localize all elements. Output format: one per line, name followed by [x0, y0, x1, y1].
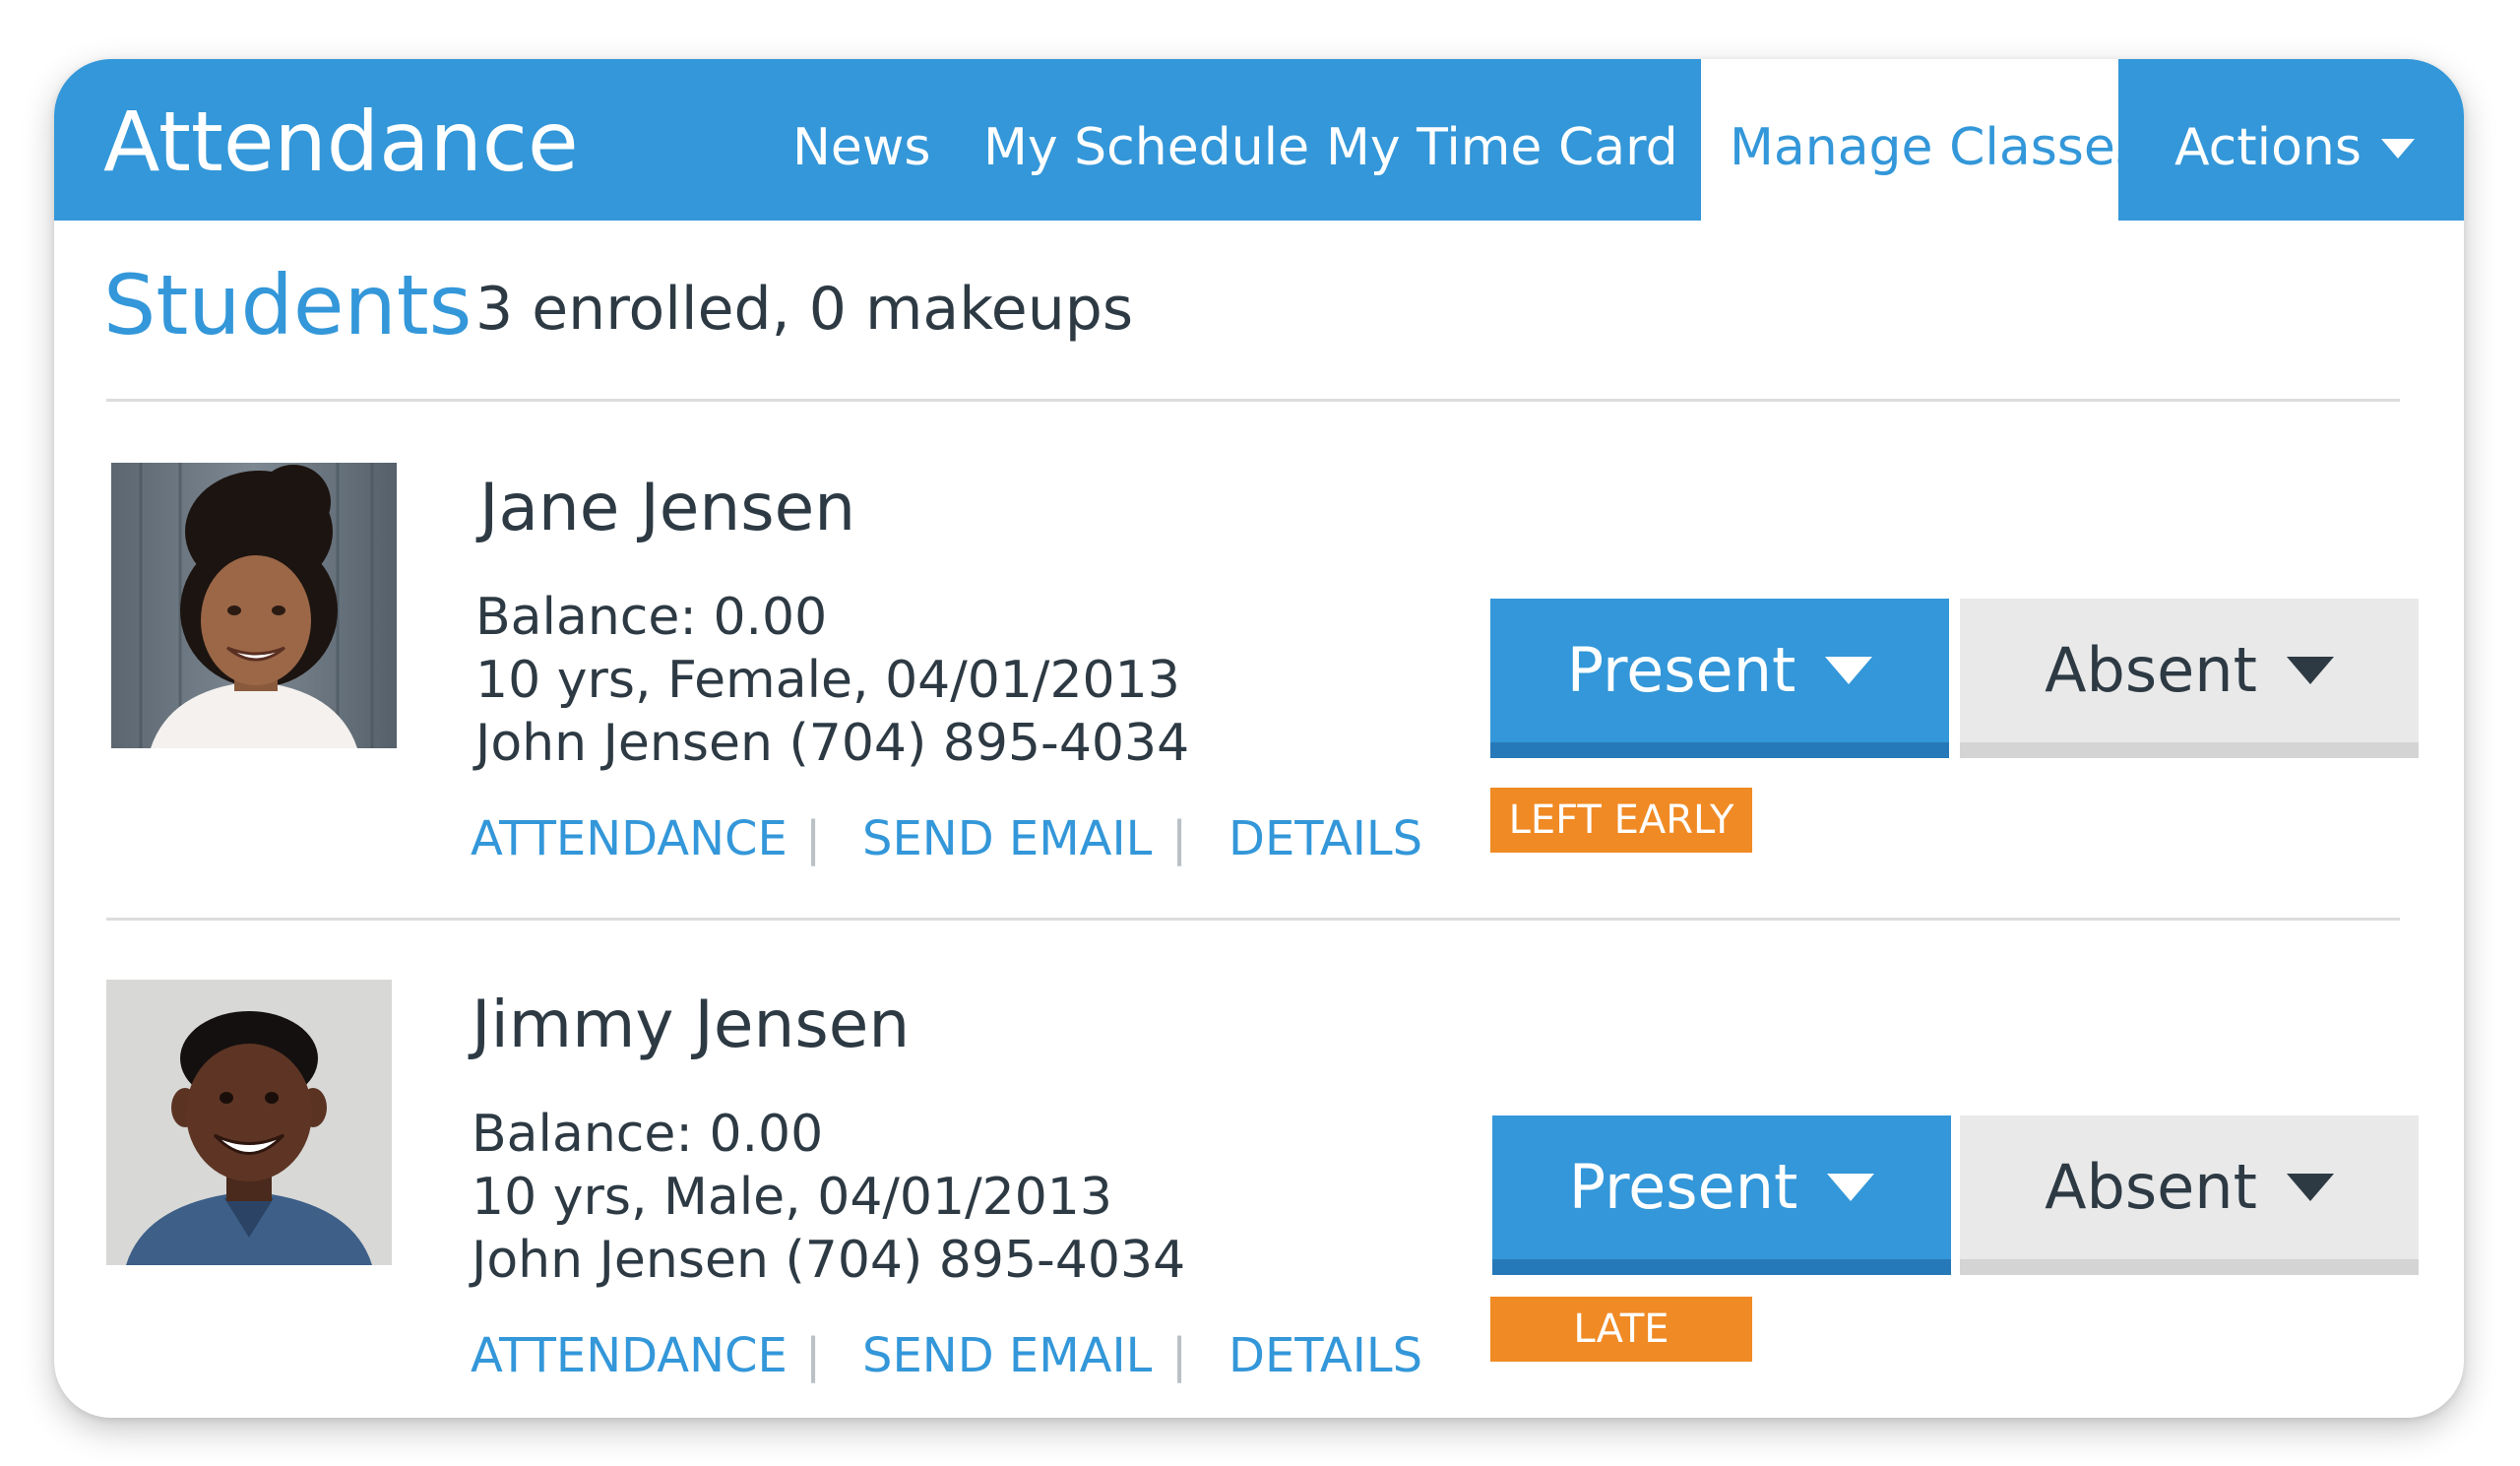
link-separator: | — [1171, 1328, 1188, 1383]
nav-my-time-card[interactable]: My Time Card — [1326, 116, 1678, 179]
link-separator: | — [1171, 811, 1188, 866]
student-balance: Balance: 0.00 — [475, 588, 828, 647]
student-avatar-boy-icon — [106, 980, 392, 1265]
chevron-down-icon — [2286, 1173, 2334, 1201]
present-label: Present — [1568, 1151, 1798, 1223]
absent-label: Absent — [2045, 1151, 2257, 1223]
details-link[interactable]: DETAILS — [1228, 807, 1422, 870]
chevron-down-icon — [1825, 656, 1873, 684]
student-avatar-girl-icon — [111, 463, 397, 748]
student-row: Jane Jensen Balance: 0.00 10 yrs, Female… — [54, 463, 2464, 955]
link-separator: | — [805, 811, 822, 866]
attendance-link[interactable]: ATTENDANCE — [471, 1324, 788, 1387]
absent-dropdown-button[interactable]: Absent — [1960, 599, 2419, 758]
student-balance: Balance: 0.00 — [472, 1105, 824, 1164]
student-demographics: 10 yrs, Female, 04/01/2013 — [475, 651, 1180, 710]
divider — [106, 918, 2400, 921]
student-photo — [111, 463, 397, 748]
app-title: Attendance — [103, 94, 579, 190]
absent-dropdown-button[interactable]: Absent — [1960, 1115, 2419, 1275]
chevron-down-icon — [1827, 1173, 1875, 1201]
absent-label: Absent — [2045, 634, 2257, 706]
send-email-link[interactable]: SEND EMAIL — [862, 1324, 1152, 1387]
status-badge: LATE — [1490, 1297, 1752, 1362]
attendance-card: Attendance News My Schedule My Time Card… — [54, 59, 2464, 1418]
student-contact: John Jensen (704) 895-4034 — [472, 1231, 1186, 1290]
student-name: Jane Jensen — [479, 470, 856, 545]
nav-my-schedule[interactable]: My Schedule — [983, 116, 1309, 179]
divider — [106, 399, 2400, 402]
nav-manage-classes[interactable]: Manage Classes — [1730, 116, 2142, 179]
chevron-down-icon — [2380, 139, 2415, 159]
present-label: Present — [1566, 634, 1796, 706]
student-row: Jimmy Jensen Balance: 0.00 10 yrs, Male,… — [54, 980, 2464, 1418]
student-contact: John Jensen (704) 895-4034 — [475, 714, 1190, 773]
send-email-link[interactable]: SEND EMAIL — [862, 807, 1152, 870]
present-dropdown-button[interactable]: Present — [1490, 599, 1949, 758]
enrollment-summary: 3 enrolled, 0 makeups — [475, 275, 1134, 344]
student-photo — [106, 980, 392, 1265]
section-title: Students — [103, 257, 472, 353]
chevron-down-icon — [2286, 656, 2334, 684]
top-nav-bar: Attendance News My Schedule My Time Card… — [54, 59, 2464, 221]
details-link[interactable]: DETAILS — [1228, 1324, 1422, 1387]
student-name: Jimmy Jensen — [472, 987, 911, 1062]
attendance-link[interactable]: ATTENDANCE — [471, 807, 788, 870]
link-separator: | — [805, 1328, 822, 1383]
nav-news[interactable]: News — [792, 116, 931, 179]
student-demographics: 10 yrs, Male, 04/01/2013 — [472, 1168, 1112, 1227]
nav-actions-dropdown[interactable]: Actions — [2174, 116, 2415, 179]
status-badge: LEFT EARLY — [1490, 788, 1752, 853]
nav-actions-label: Actions — [2174, 118, 2362, 177]
present-dropdown-button[interactable]: Present — [1492, 1115, 1951, 1275]
